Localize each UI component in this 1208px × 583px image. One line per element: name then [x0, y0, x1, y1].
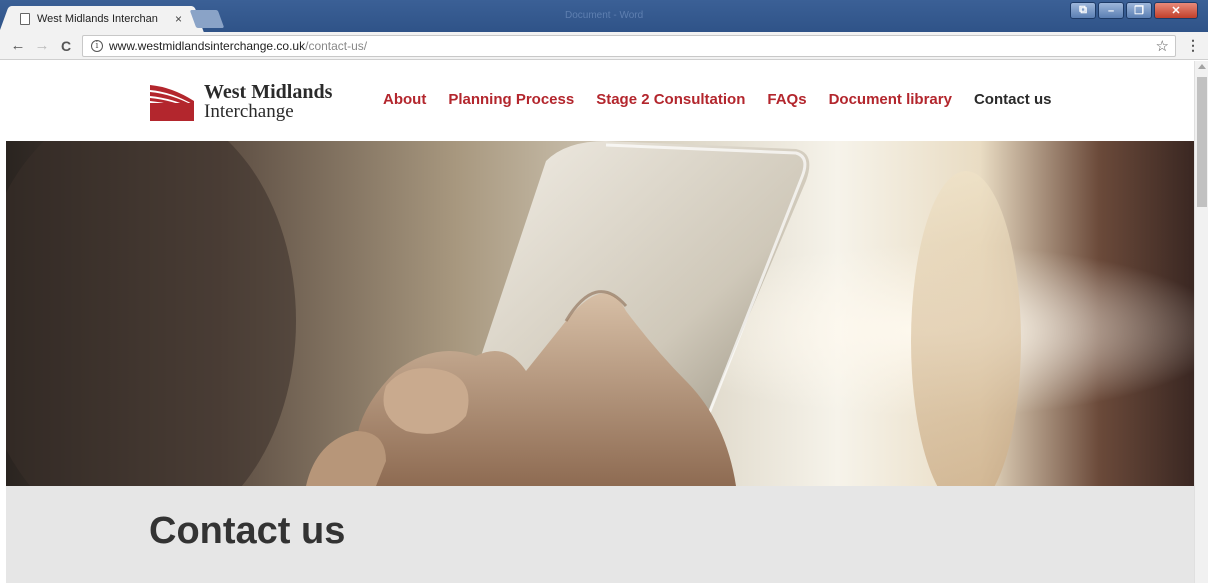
site-logo[interactable]: West Midlands Interchange — [148, 81, 332, 123]
logo-mark-icon — [150, 85, 194, 121]
nav-contact-us[interactable]: Contact us — [974, 91, 1052, 108]
page-title-band: Contact us — [6, 486, 1194, 583]
nav-stage-2-consultation[interactable]: Stage 2 Consultation — [596, 91, 745, 108]
browser-titlebar: West Midlands Interchan × Document - Wor… — [0, 0, 1208, 32]
page-scrollbar[interactable] — [1194, 61, 1208, 583]
window-title: Document - Word — [565, 10, 644, 21]
nav-faqs[interactable]: FAQs — [767, 91, 806, 108]
browser-menu-icon[interactable]: ⋮ — [1186, 37, 1200, 54]
hero-photo — [6, 141, 1194, 486]
address-bar[interactable]: i www.westmidlandsinterchange.co.uk /con… — [82, 35, 1176, 57]
new-tab-button[interactable] — [189, 10, 225, 28]
logo-text: West Midlands Interchange — [204, 82, 332, 122]
page-icon — [20, 13, 30, 25]
logo-line-1: West Midlands — [204, 81, 333, 103]
nav-about[interactable]: About — [383, 91, 426, 108]
reload-icon[interactable]: C — [54, 38, 78, 54]
window-controls: ⧉ – ❐ ✕ — [1070, 2, 1198, 19]
logo-line-2: Interchange — [204, 101, 294, 122]
forward-icon[interactable]: → — [30, 37, 54, 54]
nav-planning-process[interactable]: Planning Process — [448, 91, 574, 108]
url-host: www.westmidlandsinterchange.co.uk — [109, 39, 306, 53]
browser-tab[interactable]: West Midlands Interchan × — [10, 6, 193, 32]
scroll-up-icon[interactable] — [1198, 64, 1206, 69]
scroll-thumb[interactable] — [1197, 77, 1207, 207]
page-title: Contact us — [149, 510, 346, 552]
browser-toolbar: ← → C i www.westmidlandsinterchange.co.u… — [0, 32, 1208, 60]
tab-title: West Midlands Interchan — [37, 13, 158, 25]
close-window-button[interactable]: ✕ — [1154, 2, 1198, 19]
info-icon[interactable]: i — [91, 40, 103, 52]
nav-document-library[interactable]: Document library — [829, 91, 952, 108]
page-viewport: West Midlands Interchange About Planning… — [0, 61, 1194, 583]
maximize-button[interactable]: ❐ — [1126, 2, 1152, 19]
back-icon[interactable]: ← — [6, 37, 30, 54]
url-path: /contact-us/ — [305, 39, 368, 53]
hero-image — [6, 141, 1194, 486]
main-navigation: About Planning Process Stage 2 Consultat… — [383, 91, 1051, 108]
minimize-button[interactable]: – — [1098, 2, 1124, 19]
user-icon[interactable]: ⧉ — [1070, 2, 1096, 19]
bookmark-star-icon[interactable]: ☆ — [1156, 37, 1169, 55]
site-header: West Midlands Interchange About Planning… — [0, 61, 1194, 141]
tab-close-icon[interactable]: × — [175, 12, 182, 26]
